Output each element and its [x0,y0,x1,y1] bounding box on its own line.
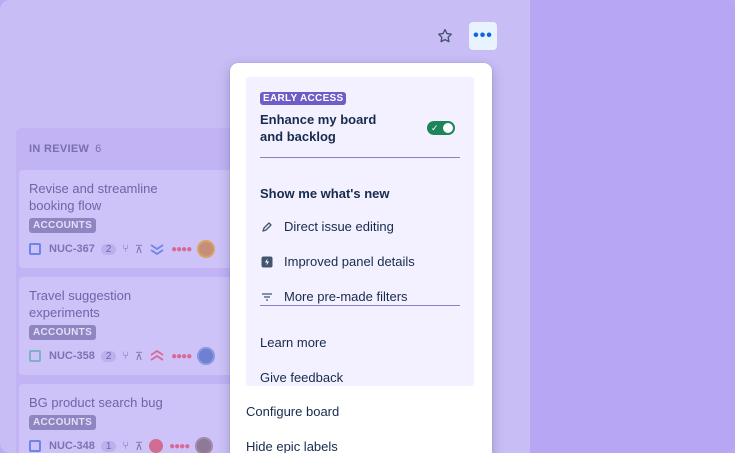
promo-title: Enhance my board and backlog [260,112,377,144]
branch-icon: ⑂ [122,350,130,362]
more-dots-icon: ●●●● [171,243,192,255]
hierarchy-icon: ⊼ [135,440,144,453]
enhance-board-toggle[interactable]: ✓ [427,121,455,135]
issue-key: NUC-348 [49,440,95,452]
feature-item: More pre-made filters [260,289,408,304]
issue-key: NUC-367 [49,243,95,255]
learn-more-link[interactable]: Learn more [260,335,326,350]
priority-highest-icon [150,350,164,361]
story-points: 2 [100,350,117,362]
blocker-icon [149,439,164,453]
card-footer: NUC-367 2 ⑂ ⊼ ●●●● [29,240,259,258]
whats-new-heading: Show me what's new [260,186,390,201]
priority-lowest-icon [150,244,164,255]
branch-icon: ⑂ [122,440,130,452]
task-icon [29,440,41,452]
board-more-menu: EARLY ACCESS Enhance my board and backlo… [230,63,492,453]
branch-icon: ⑂ [122,243,130,255]
configure-board-item[interactable]: Configure board [246,404,339,419]
card-title: BG product search bug [29,395,163,410]
early-access-badge: EARLY ACCESS [260,92,347,105]
task-icon [29,243,41,255]
early-access-panel: EARLY ACCESS Enhance my board and backlo… [246,77,474,386]
hierarchy-icon: ⊼ [135,243,144,256]
feature-label: More pre-made filters [284,289,408,304]
card-title: Travel suggestion experiments [29,288,132,320]
story-icon [29,350,41,362]
checkmark-icon: ✓ [431,123,439,133]
feature-label: Direct issue editing [284,219,394,234]
feature-item: Direct issue editing [260,219,394,234]
more-dots-icon: ●●●● [169,440,190,452]
pencil-icon [260,220,273,233]
feature-label: Improved panel details [284,254,415,269]
card-title: Revise and streamline booking flow [29,181,158,213]
issue-key: NUC-358 [49,350,95,362]
column-header: IN REVIEW 6 [29,143,102,155]
toggle-knob [443,123,453,133]
filter-icon [260,290,273,303]
feature-item: Improved panel details [260,254,415,269]
star-button[interactable] [431,22,459,50]
app-stage: ••• IN REVIEW 6 Revise and streamline boo… [0,0,735,453]
divider [260,157,460,158]
hide-epic-labels-item[interactable]: Hide epic labels [246,439,338,453]
more-actions-button[interactable]: ••• [469,22,497,50]
avatar [195,437,214,453]
star-icon [438,28,452,43]
more-icon: ••• [473,27,493,44]
hierarchy-icon: ⊼ [135,350,144,363]
panel-lightning-icon [260,255,273,268]
epic-label: ACCOUNTS [29,325,97,340]
give-feedback-link[interactable]: Give feedback [260,370,343,385]
divider [260,305,460,306]
avatar [197,347,216,365]
epic-label: ACCOUNTS [29,218,97,233]
more-dots-icon: ●●●● [171,350,192,362]
card-footer: NUC-348 1 ⑂ ⊼ ●●●● [29,437,259,453]
story-points: 2 [100,243,117,255]
avatar [197,240,216,258]
story-points: 1 [100,440,117,452]
epic-label: ACCOUNTS [29,415,97,430]
column-count: 6 [95,143,102,155]
top-actions: ••• [431,22,497,50]
column-title: IN REVIEW [29,143,90,155]
card-footer: NUC-358 2 ⑂ ⊼ ●●●● [29,347,259,365]
